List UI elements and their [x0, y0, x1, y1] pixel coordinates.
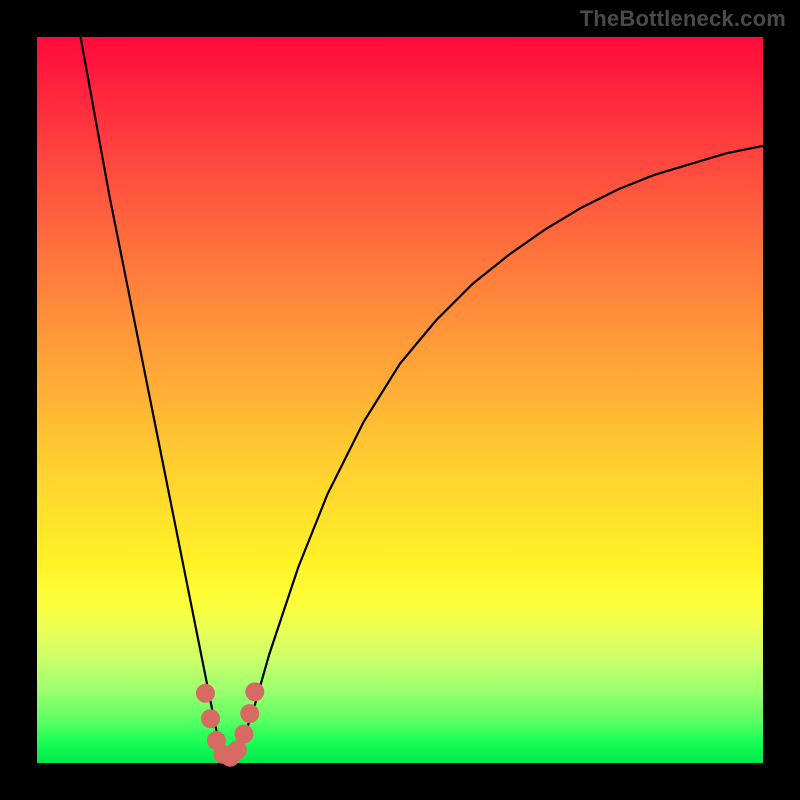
bottleneck-curve	[81, 37, 763, 759]
valley-marker	[196, 684, 215, 703]
valley-marker	[234, 724, 253, 743]
valley-marker	[201, 709, 220, 728]
watermark-text: TheBottleneck.com	[580, 6, 786, 32]
chart-svg	[37, 37, 763, 763]
valley-marker	[240, 704, 259, 723]
chart-frame: TheBottleneck.com	[0, 0, 800, 800]
valley-marker	[245, 682, 264, 701]
plot-area	[37, 37, 763, 763]
valley-marker-group	[196, 682, 264, 766]
